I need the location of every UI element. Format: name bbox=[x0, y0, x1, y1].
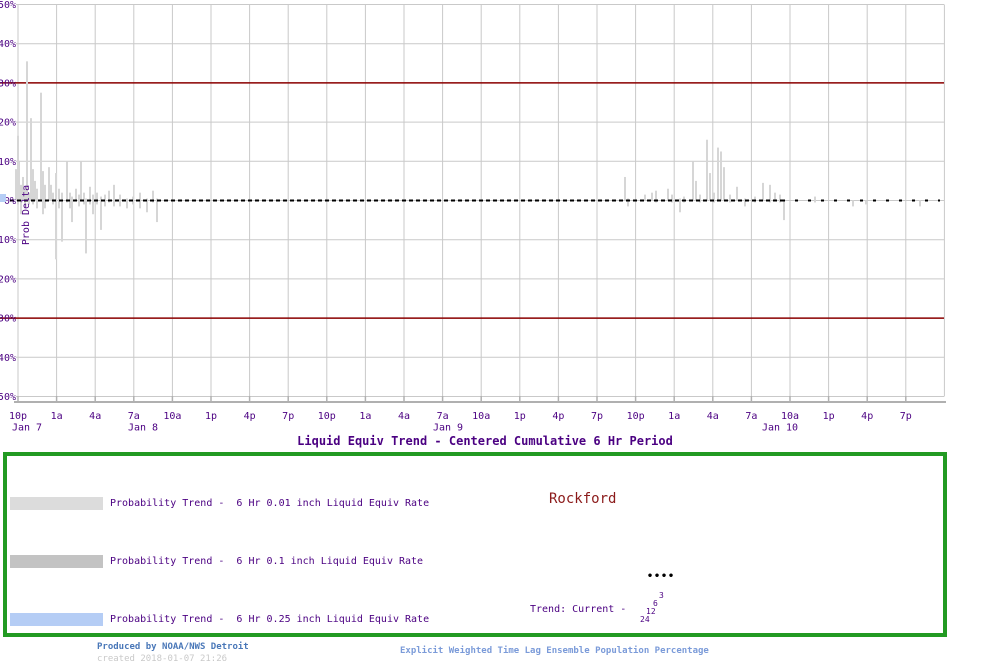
probability-delta-bars bbox=[15, 61, 921, 260]
legend-item: Probability Trend - 6 Hr 0.01 inch Liqui… bbox=[7, 494, 943, 514]
svg-text:7a: 7a bbox=[745, 411, 757, 422]
svg-text:7a: 7a bbox=[128, 411, 140, 422]
svg-text:1p: 1p bbox=[514, 411, 526, 422]
svg-text:7a: 7a bbox=[437, 411, 449, 422]
svg-text:30%: 30% bbox=[0, 78, 16, 89]
svg-text:4p: 4p bbox=[861, 411, 873, 422]
svg-text:4p: 4p bbox=[244, 411, 256, 422]
svg-text:Jan 8: Jan 8 bbox=[128, 423, 158, 434]
trend-hour-3: 3 bbox=[659, 591, 664, 600]
legend-box: Probability Trend - 6 Hr 0.01 inch Liqui… bbox=[3, 452, 947, 637]
svg-text:20%: 20% bbox=[0, 118, 16, 129]
svg-text:10p: 10p bbox=[318, 411, 336, 422]
svg-text:40%: 40% bbox=[0, 39, 16, 50]
svg-text:4p: 4p bbox=[552, 411, 564, 422]
svg-text:10p: 10p bbox=[9, 411, 27, 422]
svg-text:-20%: -20% bbox=[0, 274, 16, 285]
svg-text:7p: 7p bbox=[900, 411, 912, 422]
svg-text:1a: 1a bbox=[359, 411, 371, 422]
legend-item: Probability Trend - 6 Hr 0.25 inch Liqui… bbox=[7, 609, 943, 629]
svg-text:4a: 4a bbox=[707, 411, 719, 422]
legend-label: Probability Trend - 6 Hr 0.25 inch Liqui… bbox=[110, 613, 430, 625]
trend-current-label: Trend: Current - bbox=[530, 604, 627, 615]
footer-produced-by: Produced by NOAA/NWS Detroit bbox=[97, 642, 249, 652]
svg-text:1p: 1p bbox=[823, 411, 835, 422]
svg-text:Jan 7: Jan 7 bbox=[12, 423, 42, 434]
probability-trend-chart: 50%40%30%20%10%0%-10%-20%-30%-40%-50%10p… bbox=[0, 0, 1000, 450]
svg-text:1a: 1a bbox=[51, 411, 63, 422]
legend-item: Probability Trend - 6 Hr 0.1 inch Liquid… bbox=[7, 552, 943, 572]
footer-created-timestamp: created 2018-01-07 21:26 bbox=[97, 654, 228, 664]
trend-dots: •••• bbox=[647, 571, 676, 582]
legend-swatch-0.01in bbox=[10, 497, 103, 511]
axis-labels: 50%40%30%20%10%0%-10%-20%-30%-40%-50%10p… bbox=[0, 0, 912, 434]
chart-title: Liquid Equiv Trend - Centered Cumulative… bbox=[297, 434, 673, 448]
svg-text:10a: 10a bbox=[163, 411, 181, 422]
svg-text:1a: 1a bbox=[668, 411, 680, 422]
svg-text:7p: 7p bbox=[591, 411, 603, 422]
svg-text:4a: 4a bbox=[398, 411, 410, 422]
y-axis-title: Prob Delta bbox=[21, 185, 32, 245]
svg-text:10a: 10a bbox=[781, 411, 799, 422]
svg-text:-10%: -10% bbox=[0, 235, 16, 246]
svg-text:10p: 10p bbox=[627, 411, 645, 422]
svg-text:4a: 4a bbox=[89, 411, 101, 422]
svg-text:50%: 50% bbox=[0, 0, 16, 11]
svg-text:-50%: -50% bbox=[0, 392, 16, 403]
svg-text:10a: 10a bbox=[472, 411, 490, 422]
legend-label: Probability Trend - 6 Hr 0.01 inch Liqui… bbox=[110, 498, 430, 510]
legend-label: Probability Trend - 6 Hr 0.1 inch Liquid… bbox=[110, 556, 424, 568]
station-label: Rockford bbox=[549, 491, 617, 507]
legend-swatch-0.1in bbox=[10, 555, 103, 569]
svg-text:Jan 9: Jan 9 bbox=[433, 423, 463, 434]
chart-canvas: 50%40%30%20%10%0%-10%-20%-30%-40%-50%10p… bbox=[0, 0, 946, 434]
app-window: 50%40%30%20%10%0%-10%-20%-30%-40%-50%10p… bbox=[0, 0, 1000, 670]
legend-swatch-0.25in bbox=[10, 612, 103, 626]
svg-text:-40%: -40% bbox=[0, 353, 16, 364]
trend-hour-24: 24 bbox=[640, 615, 650, 624]
svg-text:1p: 1p bbox=[205, 411, 217, 422]
footer-caption: Explicit Weighted Time Lag Ensemble Popu… bbox=[400, 646, 709, 656]
axis-marker-blue bbox=[0, 194, 6, 202]
svg-text:Jan 10: Jan 10 bbox=[762, 423, 798, 434]
svg-text:-30%: -30% bbox=[0, 314, 16, 325]
svg-text:10%: 10% bbox=[0, 157, 16, 168]
svg-text:7p: 7p bbox=[282, 411, 294, 422]
